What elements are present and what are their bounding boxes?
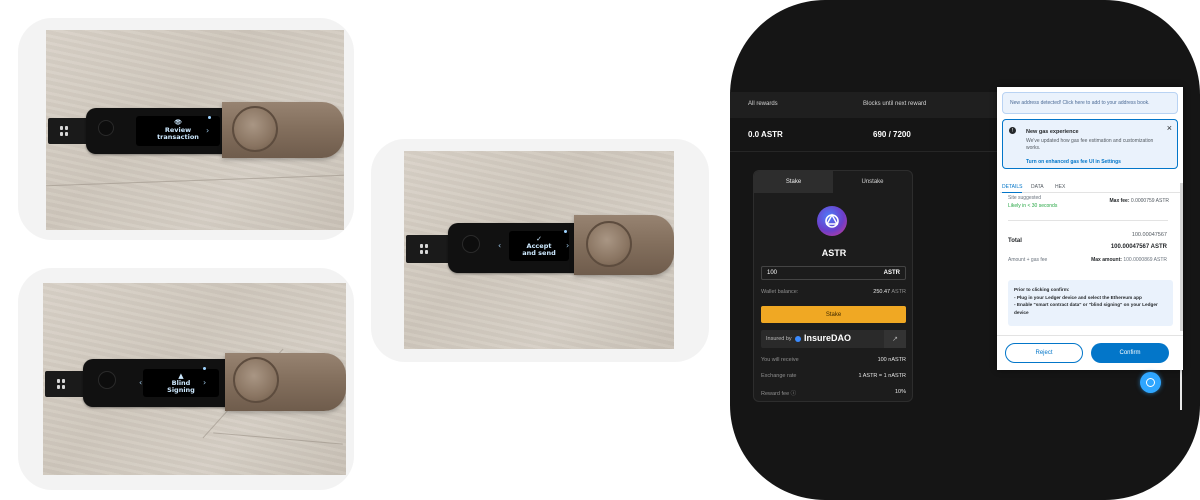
photo-blind-signing: ▲ Blind Signing ‹ ›: [43, 283, 346, 475]
composite-screenshot: 👁 Review transaction › ▲ Blind Signing ‹…: [0, 0, 1200, 500]
ledger-instructions: Prior to clicking confirm: - Plug in you…: [1008, 280, 1173, 326]
wallet-balance: Wallet balance: 250.47 ASTR: [761, 289, 906, 295]
all-rewards-value: 0.0 ASTR: [748, 130, 783, 139]
site-suggested: Site suggested: [1008, 195, 1042, 201]
insured-label: Insured by: [766, 336, 792, 342]
photo-review: 👁 Review transaction ›: [46, 30, 344, 230]
reward-fee-row: Reward fee ⓘ 10%: [761, 389, 906, 397]
notice-description: We've updated how gas fee estimation and…: [1026, 138, 1154, 152]
external-link-icon[interactable]: ↗: [884, 330, 906, 348]
max-fee-label: Max fee:: [1109, 198, 1130, 204]
chevron-left-icon: ‹: [139, 378, 143, 387]
screen-line-2: transaction: [157, 133, 199, 142]
tab-hex[interactable]: HEX: [1055, 184, 1065, 190]
tab-details[interactable]: DETAILS: [1002, 184, 1023, 193]
stake-card: Stake Unstake ASTR 100 ASTR Wallet balan…: [753, 170, 913, 402]
astar-logo-icon: [817, 206, 847, 236]
blocks-header: Blocks until next reward: [863, 101, 927, 107]
ledger-device: ✓ Accept and send ‹ ›: [404, 213, 674, 283]
gas-experience-notice: ! New gas experience We've updated how g…: [1002, 119, 1178, 169]
rewards-header-row: All rewards Blocks until next reward: [730, 92, 1015, 118]
device-screen: ✓ Accept and send: [509, 231, 569, 261]
total-label: Total: [1008, 238, 1022, 244]
exchange-rate-value: 1 ASTR = 1 nASTR: [858, 373, 906, 379]
ledger-device: ▲ Blind Signing ‹ ›: [43, 351, 346, 421]
photo-accept-send: ✓ Accept and send ‹ ›: [404, 151, 674, 349]
likely-time: Likely in < 30 seconds: [1008, 203, 1058, 209]
all-rewards-header: All rewards: [748, 101, 778, 107]
chevron-right-icon: ›: [566, 241, 570, 250]
wallet-balance-value: 250.47: [873, 289, 891, 295]
exchange-rate-row: Exchange rate 1 ASTR = 1 nASTR: [761, 373, 906, 379]
chevron-right-icon: ›: [203, 378, 207, 387]
rewards-values-row: 0.0 ASTR 690 / 7200: [730, 118, 1015, 152]
scrollbar[interactable]: [1180, 183, 1183, 331]
confirm-button[interactable]: Confirm: [1091, 343, 1169, 363]
chat-support-icon[interactable]: [1140, 372, 1161, 393]
insured-by-bar: Insured by InsureDAO ↗: [761, 330, 906, 348]
amount-unit: ASTR: [883, 270, 900, 276]
device-screen: ▲ Blind Signing: [143, 369, 219, 397]
info-icon: !: [1009, 127, 1016, 134]
max-amount-label: Max amount:: [1091, 257, 1122, 263]
note-line-1: Prior to clicking confirm:: [1014, 287, 1070, 292]
tab-unstake[interactable]: Unstake: [833, 171, 912, 193]
notice-settings-link[interactable]: Turn on enhanced gas fee UI in Settings: [1026, 159, 1121, 165]
max-fee: Max fee: 0.0000759 ASTR: [1110, 198, 1170, 204]
new-address-banner[interactable]: New address detected! Click here to add …: [1002, 92, 1178, 114]
photo-card-review: 👁 Review transaction ›: [18, 18, 354, 240]
tab-stake[interactable]: Stake: [754, 171, 833, 193]
note-line-2: - Plug in your Ledger device and select …: [1014, 294, 1142, 300]
ledger-device: 👁 Review transaction ›: [46, 102, 344, 172]
total-amount: 100.00047567 ASTR: [1110, 244, 1167, 250]
insuredao-brand: InsureDAO: [804, 333, 852, 343]
photo-card-accept-send: ✓ Accept and send ‹ ›: [371, 139, 709, 362]
amount-value: 100: [767, 270, 778, 276]
token-name: ASTR: [821, 248, 847, 258]
details-tabs: DETAILS DATA HEX: [1000, 183, 1180, 193]
wallet-balance-label: Wallet balance:: [761, 289, 799, 295]
screen-line-2: Signing: [167, 386, 195, 395]
max-fee-value: 0.0000759 ASTR: [1130, 198, 1169, 204]
amount-gas-label: Amount + gas fee: [1008, 257, 1048, 263]
total-small: 100.00047567: [1131, 232, 1167, 238]
metamask-confirm-popup: New address detected! Click here to add …: [997, 87, 1183, 370]
reject-button[interactable]: Reject: [1005, 343, 1083, 363]
max-amount-value: 100.0000869 ASTR: [1123, 257, 1167, 263]
divider: [1008, 220, 1168, 221]
photo-card-blind-signing: ▲ Blind Signing ‹ ›: [18, 268, 354, 490]
reward-fee-value: 10%: [894, 389, 906, 395]
insuredao-logo-icon: [795, 336, 801, 342]
amount-input[interactable]: 100 ASTR: [761, 266, 906, 280]
blocks-value: 690 / 7200: [873, 130, 911, 139]
chevron-right-icon: ›: [206, 126, 210, 135]
exchange-rate-label: Exchange rate: [761, 373, 797, 379]
wallet-balance-unit: ASTR: [891, 289, 906, 295]
note-line-3: - Enable "smart contract data" or "blind…: [1014, 302, 1158, 315]
notice-title: New gas experience: [1026, 129, 1079, 135]
stake-button[interactable]: Stake: [761, 306, 906, 323]
reward-fee-label: Reward fee ⓘ: [761, 391, 797, 397]
receive-row: You will receive 100 nASTR: [761, 357, 906, 363]
max-amount: Max amount: 100.0000869 ASTR: [1091, 257, 1167, 263]
footer-divider: [997, 335, 1183, 336]
chevron-left-icon: ‹: [498, 241, 502, 250]
screen-line-2: and send: [522, 249, 556, 258]
receive-label: You will receive: [761, 357, 799, 363]
tab-data[interactable]: DATA: [1031, 184, 1044, 190]
receive-value: 100 nASTR: [877, 357, 906, 363]
close-icon[interactable]: ×: [1167, 123, 1172, 133]
